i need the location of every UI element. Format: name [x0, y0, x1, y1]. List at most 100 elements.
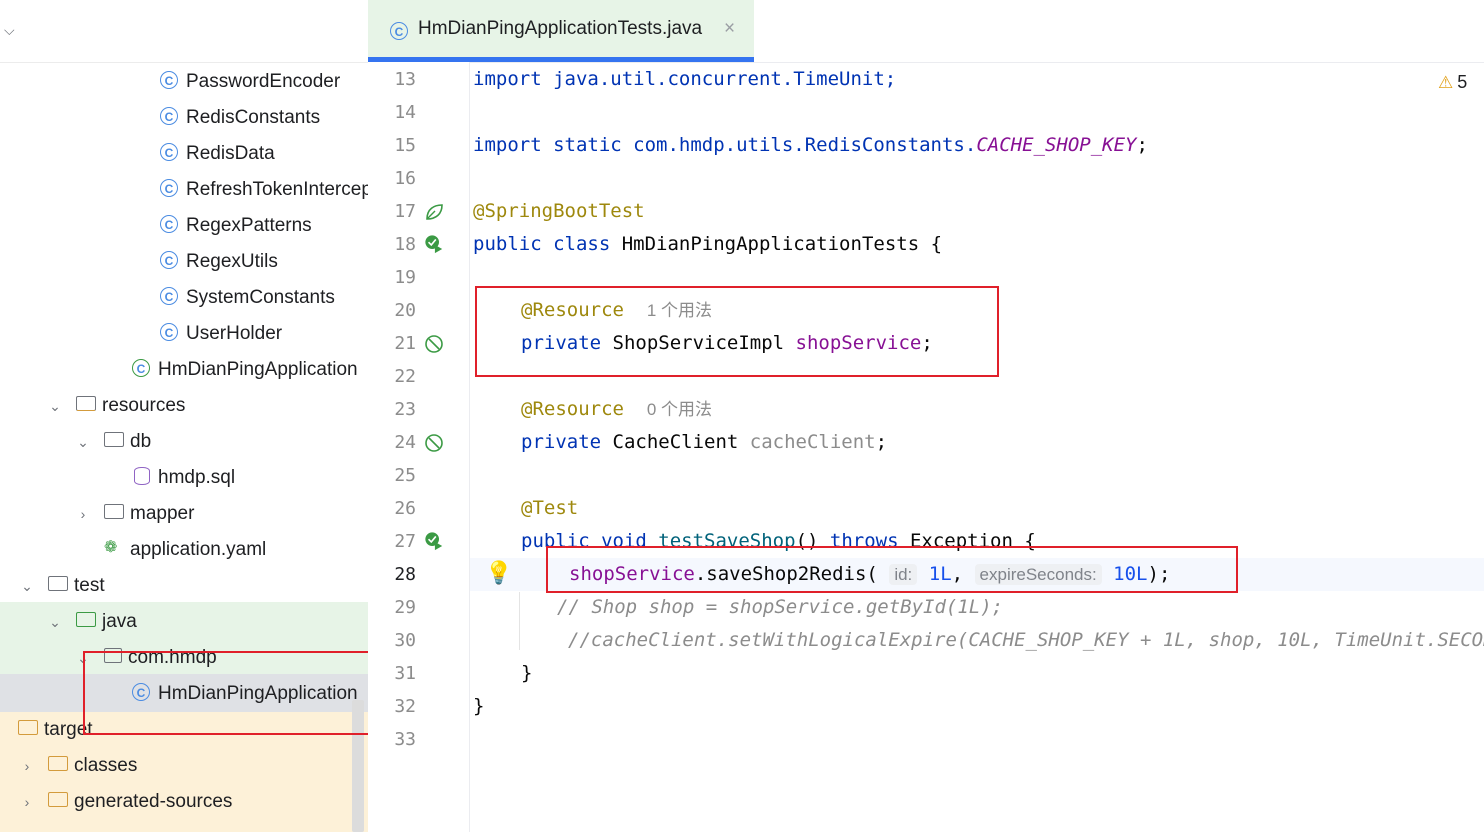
tree-item-label: HmDianPingApplication [158, 359, 358, 380]
test-folder-icon [76, 612, 96, 628]
tree-item-label: RedisConstants [186, 107, 321, 128]
class-icon: C [390, 22, 408, 40]
tree-item[interactable]: hmdp.sql [134, 460, 235, 496]
tree-item-db[interactable]: ⌄ db [74, 424, 151, 460]
folder-icon [48, 576, 68, 592]
class-icon: C [160, 178, 178, 197]
spring-bean-icon[interactable] [424, 202, 444, 222]
tree-item[interactable]: C HmDianPingApplication [132, 352, 358, 388]
code-text: ; [1136, 134, 1148, 156]
tree-item-java[interactable]: ⌄ java [46, 604, 137, 640]
yaml-icon: ❁ [104, 538, 118, 556]
code-line-31: } [521, 657, 532, 690]
class-icon: C [160, 214, 178, 233]
code-keyword: public class [473, 233, 611, 255]
code-text: CacheClient [601, 431, 750, 453]
tree-item-mapper[interactable]: › mapper [74, 496, 195, 532]
code-constant: CACHE_SHOP_KEY [976, 134, 1137, 156]
close-icon[interactable]: × [724, 18, 735, 40]
chevron-down-icon[interactable]: ⌄ [46, 604, 64, 640]
chevron-down-icon[interactable]: ⌄ [74, 424, 92, 460]
excluded-folder-icon [48, 792, 68, 808]
usage-hint[interactable]: 0 个用法 [647, 400, 712, 419]
chevron-right-icon[interactable]: › [74, 496, 92, 532]
tree-item-label: mapper [130, 503, 195, 524]
code-annotation: @Resource [521, 398, 624, 420]
tree-item[interactable]: C RefreshTokenIntercep [160, 172, 368, 208]
class-icon: C [160, 142, 178, 161]
resources-folder-icon [76, 396, 96, 412]
line-number: 30 [394, 630, 416, 651]
line-number: 25 [394, 465, 416, 486]
run-test-icon[interactable] [424, 234, 444, 254]
code-annotation: @SpringBootTest [473, 200, 645, 222]
code-editor[interactable]: import java.util.concurrent.TimeUnit; im… [470, 62, 1484, 832]
class-icon: C [160, 286, 178, 305]
tree-item[interactable]: C PasswordEncoder [160, 64, 340, 100]
tree-item-test[interactable]: ⌄ test [18, 568, 105, 604]
line-number: 15 [394, 135, 416, 156]
code-text: } [521, 662, 533, 684]
line-number: 17 [394, 201, 416, 222]
highlight-box-call [546, 546, 1238, 593]
code-line-29: // Shop shop = shopService.getById(1L); [557, 591, 1003, 624]
line-number: 14 [394, 102, 416, 123]
tree-item-label: test [74, 575, 105, 596]
code-text: import static com.hmdp.utils.RedisConsta… [473, 134, 977, 156]
line-number: 33 [394, 729, 416, 750]
tree-item[interactable]: C RedisConstants [160, 100, 320, 136]
tree-item[interactable]: ❁ application.yaml [104, 532, 266, 568]
indent-guide [519, 592, 520, 650]
tree-item-label: db [130, 431, 152, 452]
lightbulb-icon[interactable]: 💡 [485, 560, 512, 586]
chevron-right-icon[interactable]: › [18, 748, 36, 784]
tree-item-label: classes [74, 755, 138, 776]
run-test-icon[interactable] [424, 531, 444, 551]
line-number: 19 [394, 267, 416, 288]
excluded-folder-icon [48, 756, 68, 772]
tab-label: HmDianPingApplicationTests.java [418, 18, 703, 39]
class-icon: C [160, 70, 178, 89]
tree-item-generated-sources[interactable]: › generated-sources [18, 784, 233, 820]
bean-navigate-icon[interactable] [424, 433, 444, 453]
code-text: } [473, 695, 485, 717]
tree-item-target[interactable]: target [18, 712, 93, 748]
line-number: 18 [394, 234, 416, 255]
line-number: 32 [394, 696, 416, 717]
line-number: 26 [394, 498, 416, 519]
line-number: 13 [394, 69, 416, 90]
code-text: ; [875, 431, 888, 453]
tree-item[interactable]: C RegexPatterns [160, 208, 312, 244]
line-number: 20 [394, 300, 416, 321]
folder-icon [104, 432, 124, 448]
tree-item[interactable]: C UserHolder [160, 316, 282, 352]
code-line-18: public class HmDianPingApplicationTests … [473, 228, 942, 261]
chevron-down-icon[interactable]: ⌄ [18, 568, 36, 604]
chevron-right-icon[interactable]: › [18, 784, 36, 820]
tree-item-resources[interactable]: ⌄ resources [46, 388, 185, 424]
code-line-32: } [473, 690, 484, 723]
line-number: 21 [394, 333, 416, 354]
code-annotation: @Test [521, 497, 579, 519]
tree-item-label: SystemConstants [186, 287, 335, 308]
tree-item[interactable]: C RegexUtils [160, 244, 278, 280]
chevron-down-icon[interactable]: ⌄ [46, 388, 64, 424]
code-line-24: private CacheClient cacheClient; [521, 426, 887, 459]
excluded-folder-icon [18, 720, 38, 736]
tree-item-label: RegexUtils [186, 251, 278, 272]
code-line-26: @Test [521, 492, 578, 525]
line-number: 24 [394, 432, 416, 453]
line-number: 31 [394, 663, 416, 684]
tab-hmdianpingapplicationtests[interactable]: C HmDianPingApplicationTests.java × [368, 0, 754, 62]
tree-item-classes[interactable]: › classes [18, 748, 138, 784]
chevron-down-icon[interactable]: ⌵ [4, 22, 15, 39]
tree-item-label: UserHolder [186, 323, 283, 344]
editor-gutter: 13 14 15 16 17 18 19 20 21 22 23 24 25 2… [368, 62, 470, 832]
highlight-box-test-class [83, 651, 387, 735]
tree-item-label: resources [102, 395, 186, 416]
code-field-unused: cacheClient [749, 431, 876, 453]
code-line-23: @Resource 0 个用法 [521, 393, 712, 426]
bean-navigate-icon[interactable] [424, 334, 444, 354]
tree-item[interactable]: C SystemConstants [160, 280, 335, 316]
tree-item[interactable]: C RedisData [160, 136, 275, 172]
